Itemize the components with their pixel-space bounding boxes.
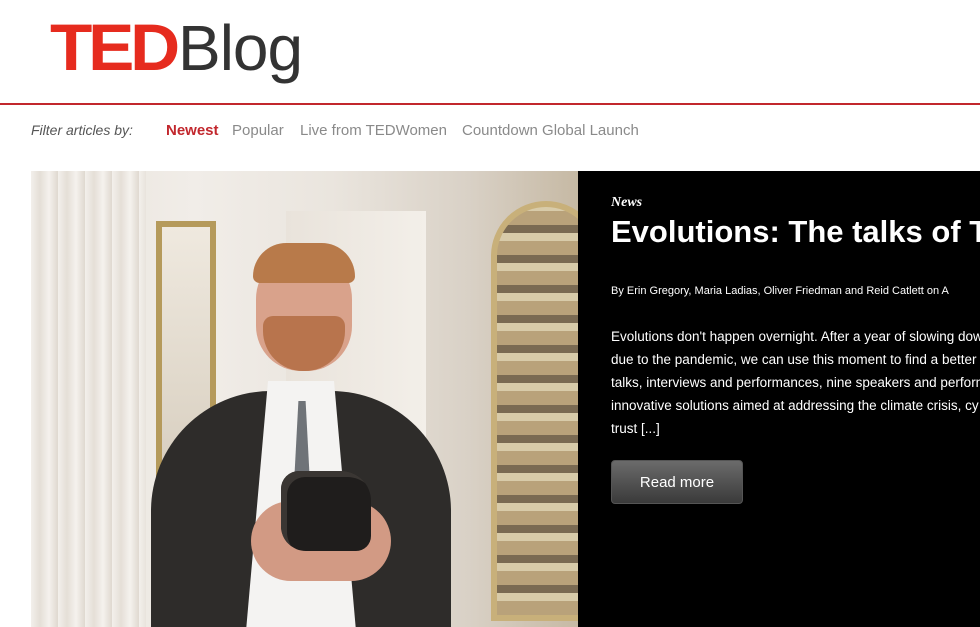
- logo-blog-wordmark: Blog: [178, 12, 303, 84]
- filter-bar: Filter articles by: Newest Popular Live …: [0, 105, 980, 157]
- article-excerpt: Evolutions don't happen overnight. After…: [611, 325, 980, 440]
- ted-blog-logo[interactable]: TED Blog: [50, 10, 303, 85]
- logo-ted-wordmark: TED: [50, 10, 180, 84]
- excerpt-line: innovative solutions aimed at addressing…: [611, 398, 979, 413]
- site-header: TED Blog: [0, 0, 980, 103]
- speaker-hair-graphic: [253, 243, 355, 283]
- featured-article: News Evolutions: The talks of TED@BCG 20…: [31, 171, 980, 627]
- filter-live-from-tedwomen[interactable]: Live from TEDWomen: [300, 122, 447, 139]
- read-more-button[interactable]: Read more: [611, 460, 743, 504]
- excerpt-line: Evolutions don't happen overnight. After…: [611, 329, 980, 344]
- filter-popular[interactable]: Popular: [232, 122, 284, 139]
- filter-newest[interactable]: Newest: [166, 122, 219, 139]
- article-title[interactable]: Evolutions: The talks of TED@BCG 2021: [611, 215, 980, 249]
- rock-graphic: [281, 471, 371, 551]
- featured-article-image[interactable]: [31, 171, 578, 627]
- excerpt-line: trust [...]: [611, 421, 660, 436]
- article-byline: By Erin Gregory, Maria Ladias, Oliver Fr…: [611, 285, 949, 297]
- filter-countdown-global-launch[interactable]: Countdown Global Launch: [462, 122, 639, 139]
- excerpt-line: due to the pandemic, we can use this mom…: [611, 352, 977, 367]
- excerpt-line: talks, interviews and performances, nine…: [611, 375, 980, 390]
- stained-glass-graphic: [491, 201, 578, 621]
- curtain-graphic: [31, 171, 146, 627]
- featured-article-text: News Evolutions: The talks of TED@BCG 20…: [611, 171, 980, 627]
- article-category[interactable]: News: [611, 195, 642, 211]
- filter-label: Filter articles by:: [31, 122, 133, 138]
